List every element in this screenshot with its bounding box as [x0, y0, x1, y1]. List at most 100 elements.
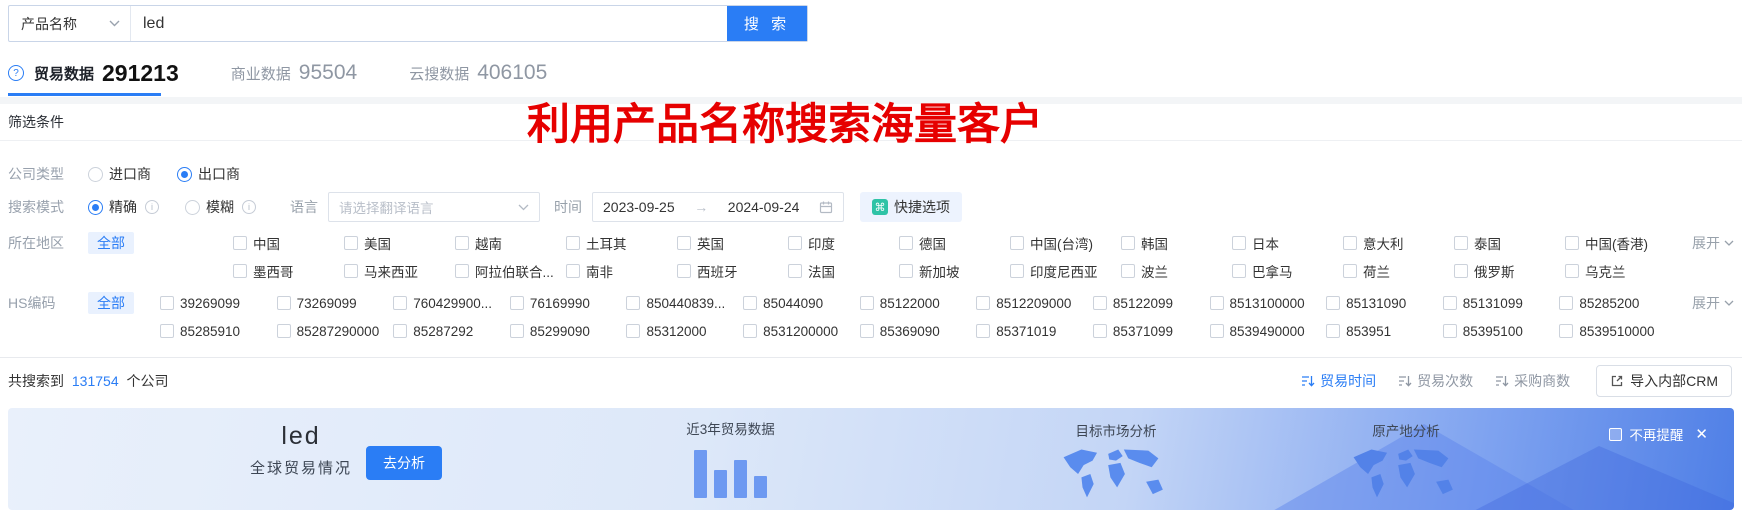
hs-code-checkbox[interactable]: 85044090 [743, 296, 860, 311]
search-button[interactable]: 搜 索 [727, 6, 807, 41]
region-checkbox[interactable]: 荷兰 [1343, 261, 1454, 281]
hs-code-checkbox[interactable]: 85312000 [626, 324, 743, 339]
radio-label: 进口商 [109, 166, 151, 182]
quick-options-button[interactable]: ⌘ 快捷选项 [860, 192, 962, 222]
radio-fuzzy[interactable]: 模糊 i [185, 197, 256, 217]
hs-expand-link[interactable]: 展开 [1692, 293, 1734, 313]
region-checkbox[interactable]: 土耳其 [566, 233, 677, 253]
hs-code-checkbox[interactable]: 85371099 [1092, 324, 1210, 339]
region-checkbox[interactable]: 墨西哥 [233, 261, 344, 281]
dismiss-control: 不再提醒 ✕ [1609, 424, 1708, 444]
checkbox-label: 印度 [808, 237, 835, 252]
hs-code-checkbox[interactable]: 85122099 [1092, 296, 1210, 311]
tab-label: 云搜数据 [409, 65, 470, 83]
hs-code-checkbox[interactable]: 8531200000 [743, 324, 860, 339]
result-count[interactable]: 131754 [72, 373, 119, 389]
region-checkbox[interactable]: 印度 [788, 233, 899, 253]
region-checkbox[interactable]: 美国 [344, 233, 455, 253]
hs-code-checkbox[interactable]: 85285910 [160, 324, 277, 339]
dismiss-checkbox[interactable] [1609, 427, 1623, 441]
radio-icon [88, 166, 103, 182]
info-icon[interactable]: i [145, 200, 159, 214]
checkbox-label: 阿拉伯联合... [475, 265, 554, 280]
hs-code-checkbox[interactable]: 8513100000 [1209, 296, 1327, 311]
date-range-picker[interactable]: 2023-09-25 → 2024-09-24 [592, 192, 844, 222]
checkbox-label: 8539490000 [1229, 323, 1305, 339]
region-checkbox[interactable]: 俄罗斯 [1454, 261, 1565, 281]
hs-code-checkbox[interactable]: 8512209000 [976, 296, 1093, 311]
checkbox-icon [1092, 296, 1107, 310]
sort-trade-count[interactable]: 贸易次数 [1398, 371, 1473, 391]
checkbox-icon [344, 236, 358, 250]
date-start[interactable]: 2023-09-25 [603, 199, 675, 215]
region-checkbox[interactable]: 中国 [233, 233, 344, 253]
region-checkbox[interactable]: 中国(香港) [1565, 233, 1676, 253]
region-expand-link[interactable]: 展开 [1692, 233, 1734, 253]
analyze-button[interactable]: 去分析 [366, 446, 442, 480]
dismiss-label[interactable]: 不再提醒 [1629, 424, 1683, 444]
radio-exact[interactable]: 精确 i [88, 197, 159, 217]
region-all-badge[interactable]: 全部 [88, 232, 134, 254]
hs-code-checkbox[interactable]: 8539490000 [1209, 323, 1327, 339]
region-checkbox[interactable]: 英国 [677, 233, 788, 253]
sort-trade-time[interactable]: 贸易时间 [1301, 371, 1376, 391]
search-category-select[interactable]: 产品名称 [9, 6, 131, 41]
tab-business-data[interactable]: 商业数据 95504 [231, 50, 357, 96]
hs-code-checkbox[interactable]: 85369090 [859, 324, 977, 339]
hs-code-checkbox[interactable]: 85371019 [976, 324, 1093, 339]
hs-code-checkbox[interactable]: 8539510000 [1559, 324, 1676, 339]
region-checkbox[interactable]: 新加坡 [899, 261, 1010, 281]
region-checkbox[interactable]: 中国(台湾) [1010, 233, 1121, 253]
tab-trade-data[interactable]: ? 贸易数据 291213 [8, 50, 179, 96]
region-checkbox[interactable]: 法国 [788, 261, 899, 281]
checkbox-label: 越南 [475, 237, 502, 252]
hs-code-checkbox[interactable]: 85122000 [859, 296, 977, 311]
close-icon[interactable]: ✕ [1695, 425, 1708, 443]
search-input[interactable] [131, 6, 727, 41]
region-checkbox[interactable]: 德国 [899, 233, 1010, 253]
region-checkbox[interactable]: 马来西亚 [344, 261, 455, 281]
region-checkbox[interactable]: 波兰 [1121, 261, 1232, 281]
chart-bar [714, 470, 727, 498]
hs-code-checkbox[interactable]: 73269099 [276, 296, 394, 311]
expand-label: 展开 [1692, 235, 1720, 251]
region-checkbox[interactable]: 韩国 [1121, 233, 1232, 253]
hs-code-checkbox[interactable]: 85285200 [1559, 296, 1676, 311]
region-checkbox[interactable]: 泰国 [1454, 233, 1565, 253]
sort-buyer-count[interactable]: 采购商数 [1495, 371, 1570, 391]
hs-code-checkbox[interactable]: 85299090 [509, 324, 627, 339]
checkbox-label: 南非 [586, 265, 613, 280]
hs-code-checkbox[interactable]: 85395100 [1442, 324, 1560, 339]
region-checkbox[interactable]: 阿拉伯联合... [455, 261, 566, 281]
info-icon[interactable]: i [242, 200, 256, 214]
language-select[interactable]: 请选择翻译语言 [328, 192, 540, 222]
region-checkbox[interactable]: 意大利 [1343, 233, 1454, 253]
hs-code-checkbox[interactable]: 85287292 [393, 324, 510, 339]
checkbox-icon [566, 264, 580, 278]
checkbox-label: 新加坡 [919, 265, 960, 280]
region-checkbox[interactable]: 乌克兰 [1565, 261, 1676, 281]
hs-code-checkbox[interactable]: 760429900... [393, 296, 510, 311]
date-end[interactable]: 2024-09-24 [728, 199, 800, 215]
region-checkbox[interactable]: 日本 [1232, 233, 1343, 253]
hs-code-checkbox[interactable]: 39269099 [160, 296, 277, 311]
region-checkbox[interactable]: 印度尼西亚 [1010, 261, 1121, 281]
checkbox-icon [1442, 324, 1457, 338]
import-crm-button[interactable]: 导入内部CRM [1596, 364, 1732, 397]
region-checkbox[interactable]: 西班牙 [677, 261, 788, 281]
checkbox-icon [1326, 324, 1341, 338]
hs-code-checkbox[interactable]: 85131090 [1326, 296, 1443, 311]
hs-code-checkbox[interactable]: 850440839... [626, 296, 743, 311]
sort-label: 贸易次数 [1417, 372, 1474, 389]
region-checkbox[interactable]: 巴拿马 [1232, 261, 1343, 281]
radio-importer[interactable]: 进口商 [88, 164, 151, 184]
quick-options-label: 快捷选项 [894, 199, 950, 215]
hs-code-checkbox[interactable]: 85287290000 [276, 324, 394, 339]
region-checkbox[interactable]: 越南 [455, 233, 566, 253]
hs-code-checkbox[interactable]: 853951 [1326, 324, 1443, 339]
region-checkbox[interactable]: 南非 [566, 261, 677, 281]
hs-code-checkbox[interactable]: 76169990 [509, 296, 627, 311]
hs-code-checkbox[interactable]: 85131099 [1442, 296, 1560, 311]
radio-exporter[interactable]: 出口商 [177, 164, 240, 184]
hs-all-badge[interactable]: 全部 [88, 292, 134, 314]
